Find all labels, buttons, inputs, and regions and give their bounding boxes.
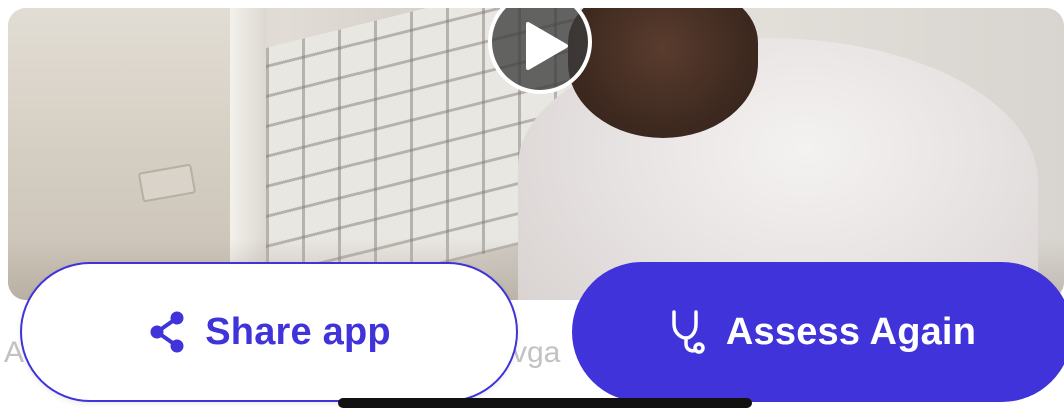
assess-again-label: Assess Again [725,310,977,353]
share-app-button[interactable]: Share app [20,262,518,402]
home-indicator[interactable] [338,398,752,408]
screen: A vga Share app Assess Again [0,0,1064,410]
stethoscope-icon [668,308,708,356]
video-thumbnail[interactable] [8,8,1064,300]
assess-again-button[interactable]: Assess Again [572,262,1064,402]
share-icon [147,310,187,354]
obscured-text-middle: vga [512,336,561,369]
share-app-label: Share app [205,310,391,353]
play-icon [526,22,568,70]
